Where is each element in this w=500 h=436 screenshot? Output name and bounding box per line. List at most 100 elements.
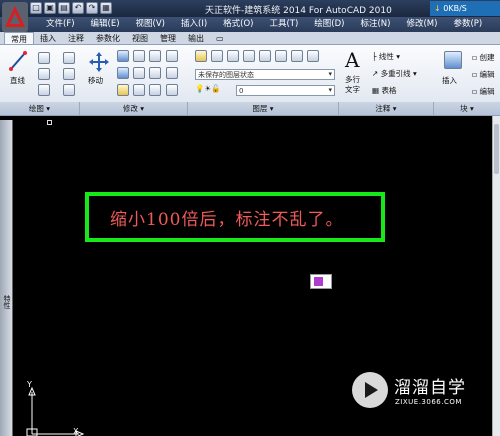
layer-lock-icon[interactable]	[291, 50, 303, 62]
layer-isolate-icon[interactable]	[243, 50, 255, 62]
ucs-x-label: X	[73, 427, 79, 436]
explode-icon[interactable]	[133, 84, 145, 96]
mleader-label: 多重引线 ▾	[380, 69, 417, 78]
tab-minimize[interactable]: ▭	[210, 32, 230, 44]
scale-icon[interactable]	[149, 67, 161, 79]
rotate-icon[interactable]	[117, 50, 129, 62]
menu-insert[interactable]: 插入(I)	[173, 17, 215, 32]
current-layer-select[interactable]: 0	[236, 85, 335, 96]
menu-parametric[interactable]: 参数(P)	[445, 17, 490, 32]
layer-freeze-icon[interactable]	[275, 50, 287, 62]
vertical-scrollbar[interactable]	[492, 116, 500, 436]
mleader-button[interactable]: ↗ 多重引线 ▾	[372, 68, 417, 79]
menu-format[interactable]: 格式(O)	[215, 17, 261, 32]
save-icon[interactable]: ▤	[58, 2, 70, 14]
create-block-label: 创建	[479, 53, 495, 62]
layers-group-label[interactable]: 图层 ▾	[188, 102, 339, 115]
tab-view[interactable]: 视图	[126, 32, 154, 44]
grip-marker	[47, 120, 52, 125]
plot-icon[interactable]: ▦	[100, 2, 112, 14]
ribbon-tabs: 常用 插入 注释 参数化 视图 管理 输出 ▭	[0, 32, 500, 45]
menu-tools[interactable]: 工具(T)	[261, 17, 306, 32]
modify-group-label[interactable]: 修改 ▾	[80, 102, 188, 115]
edit-attr-button[interactable]: ▫ 编辑	[472, 86, 494, 97]
menu-view[interactable]: 视图(V)	[128, 17, 173, 32]
tab-parametric[interactable]: 参数化	[90, 32, 126, 44]
watermark-url: ZIXUE.3066.COM	[395, 398, 462, 406]
erase-icon[interactable]	[117, 84, 129, 96]
layer-state-select[interactable]: 未保存的图层状态	[195, 69, 335, 80]
tab-output[interactable]: 输出	[182, 32, 210, 44]
arc-icon[interactable]	[38, 84, 50, 96]
title-bar: □ ▣ ▤ ↶ ↷ ▦ 天正软件-建筑系统 2014 For AutoCAD 2…	[0, 0, 500, 17]
move-tool-label: 移动	[88, 76, 103, 85]
tool-palette-bar[interactable]: 特性	[0, 120, 13, 436]
menu-bar: 文件(F) 编辑(E) 视图(V) 插入(I) 格式(O) 工具(T) 绘图(D…	[0, 17, 500, 32]
ucs-y-label: Y	[27, 380, 32, 389]
line-tool-label: 直线	[10, 76, 25, 85]
create-block-button[interactable]: ▫ 创建	[472, 52, 494, 63]
symbol-icon	[314, 277, 323, 286]
layer-match-icon[interactable]	[211, 50, 223, 62]
move-tool-icon[interactable]	[88, 51, 110, 73]
watermark-title: 溜溜自学	[394, 378, 466, 398]
drawing-symbol[interactable]	[310, 274, 332, 289]
linear-dim-label: 线性 ▾	[378, 52, 401, 61]
fillet-icon[interactable]	[117, 67, 129, 79]
quick-access-toolbar: □ ▣ ▤ ↶ ↷ ▦	[30, 2, 112, 15]
hatch-icon[interactable]	[63, 68, 75, 80]
tab-home[interactable]: 常用	[4, 32, 34, 44]
autocad-logo-icon[interactable]	[2, 2, 28, 32]
table-label: 表格	[381, 86, 397, 95]
ribbon-panel: 直线 绘图 ▾ 移动 修改 ▾ 未保存的图层状态 💡☀🔓 0 图层 ▾ A 多行…	[0, 45, 500, 116]
layer-properties-icon[interactable]	[195, 50, 207, 62]
array-icon[interactable]	[166, 67, 178, 79]
draw-group-label[interactable]: 绘图 ▾	[0, 102, 80, 115]
trim-icon[interactable]	[149, 50, 161, 62]
annotation-group-label[interactable]: 注释 ▾	[339, 102, 434, 115]
stretch-icon[interactable]	[133, 67, 145, 79]
menu-file[interactable]: 文件(F)	[38, 17, 83, 32]
table-button[interactable]: ▦ 表格	[372, 85, 396, 96]
layer-status-icons: 💡☀🔓	[195, 84, 221, 93]
extend-icon[interactable]	[166, 84, 178, 96]
drawing-note-text[interactable]: 缩小100倍后，标注不乱了。	[110, 205, 343, 230]
open-icon[interactable]: ▣	[44, 2, 56, 14]
menu-draw[interactable]: 绘图(D)	[306, 17, 352, 32]
new-icon[interactable]: □	[30, 2, 42, 14]
linear-dim-button[interactable]: ├ 线性 ▾	[372, 51, 400, 62]
net-speed-value: 0KB/S	[443, 4, 467, 13]
copy-icon[interactable]	[133, 50, 145, 62]
tool-palette-label: 特性	[3, 295, 11, 309]
layer-previous-icon[interactable]	[227, 50, 239, 62]
menu-edit[interactable]: 编辑(E)	[83, 17, 128, 32]
tab-manage[interactable]: 管理	[154, 32, 182, 44]
offset-icon[interactable]	[149, 84, 161, 96]
tab-annotate[interactable]: 注释	[62, 32, 90, 44]
edit-attr-label: 编辑	[479, 87, 495, 96]
mtext-icon[interactable]: A	[345, 48, 359, 72]
edit-block-button[interactable]: ▫ 编辑	[472, 69, 494, 80]
window-title: 天正软件-建筑系统 2014 For AutoCAD 2010	[205, 6, 392, 16]
scroll-thumb[interactable]	[494, 124, 499, 174]
insert-block-icon[interactable]	[444, 51, 462, 69]
layer-off-icon[interactable]	[259, 50, 271, 62]
redo-icon[interactable]: ↷	[86, 2, 98, 14]
block-group-label[interactable]: 块 ▾	[434, 102, 500, 115]
mtext-label: 多行 文字	[345, 75, 360, 94]
circle-icon[interactable]	[38, 68, 50, 80]
rectangle-icon[interactable]	[63, 52, 75, 64]
net-speed-widget[interactable]: ↓ 0KB/S	[430, 1, 500, 16]
tab-insert[interactable]: 插入	[34, 32, 62, 44]
ellipse-icon[interactable]	[63, 84, 75, 96]
line-tool-icon[interactable]	[8, 50, 28, 72]
undo-icon[interactable]: ↶	[72, 2, 84, 14]
play-icon	[365, 382, 378, 398]
polyline-icon[interactable]	[38, 52, 50, 64]
layer-walk-icon[interactable]	[307, 50, 319, 62]
edit-block-label: 编辑	[479, 70, 495, 79]
menu-modify[interactable]: 修改(M)	[398, 17, 445, 32]
menu-dimension[interactable]: 标注(N)	[352, 17, 398, 32]
insert-block-label: 插入	[442, 76, 457, 85]
mirror-icon[interactable]	[166, 50, 178, 62]
